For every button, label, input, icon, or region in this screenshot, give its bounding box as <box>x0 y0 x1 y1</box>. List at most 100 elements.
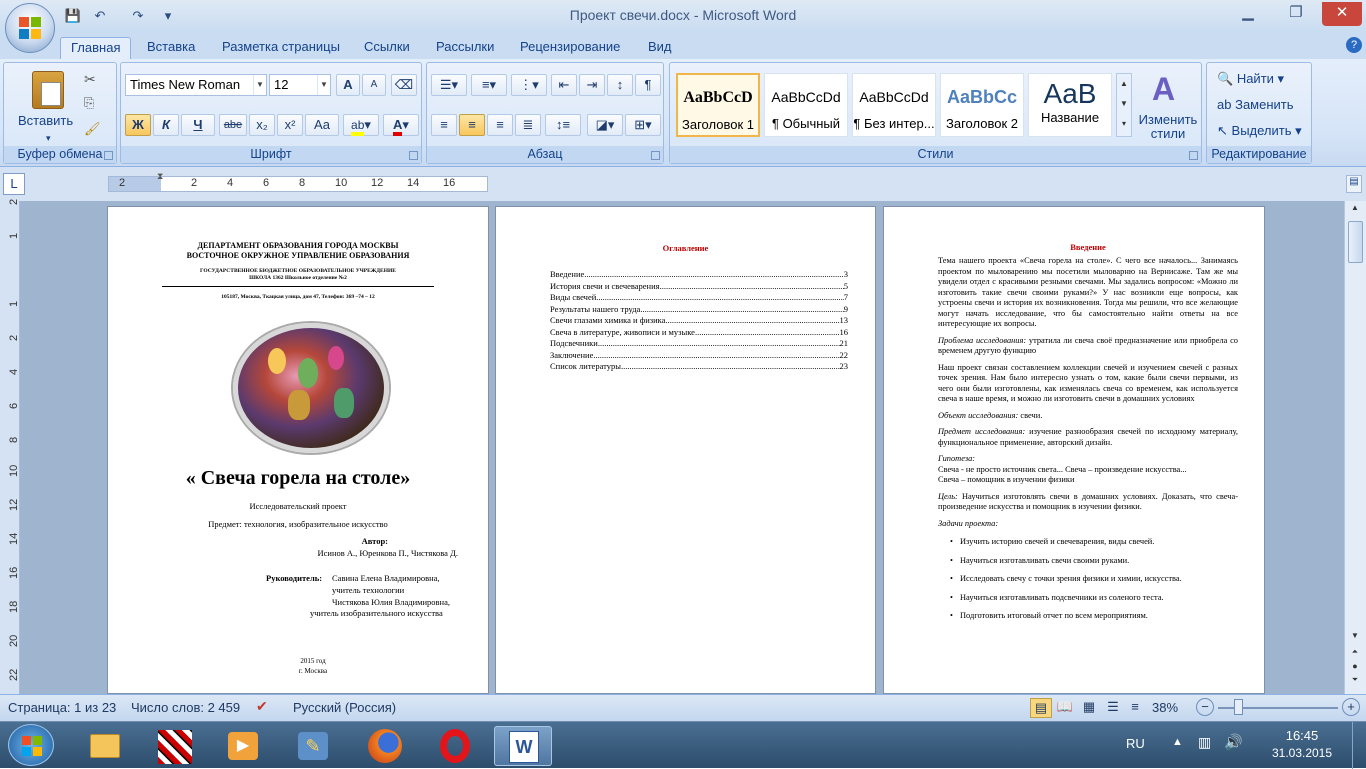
italic-button[interactable]: К <box>153 114 179 136</box>
paragraph-launcher-icon[interactable] <box>651 151 660 160</box>
paste-icon[interactable] <box>32 71 64 109</box>
style-title[interactable]: AaB Название <box>1028 73 1112 137</box>
keyboard-language[interactable]: RU <box>1126 736 1145 751</box>
tab-mailings[interactable]: Рассылки <box>426 37 504 59</box>
toc-entry[interactable]: Подсвечники.............................… <box>550 338 848 350</box>
styles-scroll[interactable]: ▲ ▼ ▾ <box>1116 73 1132 137</box>
tab-view[interactable]: Вид <box>638 37 682 59</box>
next-page-icon[interactable]: ⏷ <box>1347 675 1363 689</box>
toc-entry[interactable]: Заключение..............................… <box>550 350 848 362</box>
scroll-down-icon[interactable]: ▼ <box>1347 631 1363 645</box>
shrink-font-button[interactable]: A <box>362 74 386 96</box>
zoom-slider-thumb[interactable] <box>1234 699 1243 715</box>
help-icon[interactable]: ? <box>1346 37 1362 53</box>
restore-button[interactable]: ❐ <box>1276 2 1316 26</box>
sort-icon[interactable]: ↕ <box>607 74 633 96</box>
justify-icon[interactable]: ≣ <box>515 114 541 136</box>
print-layout-icon[interactable]: ▤ <box>1030 698 1052 718</box>
scroll-up-icon[interactable]: ▲ <box>1347 203 1363 217</box>
style-heading-1[interactable]: AaBbCcD Заголовок 1 <box>676 73 760 137</box>
numbering-icon[interactable]: ≡▾ <box>471 74 507 96</box>
cut-icon[interactable]: ✂ <box>84 71 96 88</box>
opera-taskbar-icon[interactable] <box>426 726 484 766</box>
toc-entry[interactable]: Список литературы.......................… <box>550 361 848 373</box>
decrease-indent-icon[interactable]: ⇤ <box>551 74 577 96</box>
page-3[interactable]: Введение Тема нашего проекта «Свеча горе… <box>883 206 1265 694</box>
align-left-icon[interactable]: ≡ <box>431 114 457 136</box>
page-1[interactable]: ДЕПАРТАМЕНТ ОБРАЗОВАНИЯ ГОРОДА МОСКВЫ ВО… <box>107 206 489 694</box>
show-formatting-icon[interactable]: ¶ <box>635 74 661 96</box>
volume-icon[interactable]: 🔊 <box>1224 733 1243 751</box>
borders-icon[interactable]: ⊞▾ <box>625 114 661 136</box>
clock-time[interactable]: 16:45 <box>1266 728 1338 743</box>
toc-entry[interactable]: Результаты нашего труда.................… <box>550 304 848 316</box>
language[interactable]: Русский (Россия) <box>293 700 396 715</box>
show-desktop-button[interactable] <box>1352 722 1366 769</box>
scroll-thumb[interactable] <box>1348 221 1363 263</box>
zoom-out-icon[interactable]: − <box>1196 698 1214 716</box>
toc-entry[interactable]: Виды свечей.............................… <box>550 292 848 304</box>
view-ruler-icon[interactable]: ▤ <box>1346 175 1362 193</box>
subscript-button[interactable]: x₂ <box>249 114 275 136</box>
grow-font-button[interactable]: A <box>336 74 360 96</box>
styles-launcher-icon[interactable] <box>1189 151 1198 160</box>
copy-icon[interactable]: ⎘ <box>84 95 94 111</box>
page-2[interactable]: Оглавление Введение.....................… <box>495 206 876 694</box>
multilevel-list-icon[interactable]: ⋮▾ <box>511 74 547 96</box>
word-taskbar-icon[interactable]: W <box>494 726 552 766</box>
previous-page-icon[interactable]: ⏶ <box>1347 647 1363 661</box>
align-right-icon[interactable]: ≡ <box>487 114 513 136</box>
style-normal[interactable]: AaBbCcDd ¶ Обычный <box>764 73 848 137</box>
superscript-button[interactable]: x² <box>277 114 303 136</box>
outline-icon[interactable]: ☰ <box>1102 698 1124 718</box>
toc-entry[interactable]: Свеча в литературе, живописи и музыке...… <box>550 327 848 339</box>
tab-page-layout[interactable]: Разметка страницы <box>212 37 350 59</box>
change-case-button[interactable]: Aa <box>305 114 339 136</box>
office-button[interactable] <box>5 3 55 53</box>
paste-button[interactable]: Вставить <box>18 113 73 128</box>
clear-formatting-icon[interactable]: ⌫ <box>391 74 417 96</box>
select-button[interactable]: ↖ Выделить ▾ <box>1217 123 1302 139</box>
tab-home[interactable]: Главная <box>60 37 132 59</box>
horizontal-ruler[interactable]: 2 2 4 6 8 10 12 14 16 ⧗ <box>108 171 488 192</box>
toc-entry[interactable]: Введение................................… <box>550 269 848 281</box>
underline-button[interactable]: Ч <box>181 114 215 136</box>
bullets-icon[interactable]: ☰▾ <box>431 74 467 96</box>
paste-dropdown-icon[interactable]: ▾ <box>46 133 51 144</box>
start-button[interactable] <box>8 724 54 766</box>
change-styles-icon[interactable]: A <box>1152 71 1175 108</box>
toc-entry[interactable]: История свечи и свечеварения............… <box>550 281 848 293</box>
font-launcher-icon[interactable] <box>409 151 418 160</box>
clipboard-launcher-icon[interactable] <box>104 151 113 160</box>
font-color-icon[interactable]: A▾ <box>383 114 419 136</box>
explorer-taskbar-icon[interactable] <box>76 726 134 766</box>
toc-entry[interactable]: Свечи глазами химика и физика...........… <box>550 315 848 327</box>
find-button[interactable]: 🔍 Найти ▾ <box>1217 71 1284 87</box>
zoom-level[interactable]: 38% <box>1152 700 1178 715</box>
increase-indent-icon[interactable]: ⇥ <box>579 74 605 96</box>
style-no-spacing[interactable]: AaBbCcDd ¶ Без интер... <box>852 73 936 137</box>
vertical-scrollbar[interactable]: ▲ ▼ ⏶ ● ⏷ <box>1344 201 1366 694</box>
tab-insert[interactable]: Вставка <box>137 37 205 59</box>
web-layout-icon[interactable]: ▦ <box>1078 698 1100 718</box>
replace-button[interactable]: ab Заменить <box>1217 97 1294 112</box>
highlight-icon[interactable]: ab▾ <box>343 114 379 136</box>
firefox-taskbar-icon[interactable] <box>356 726 414 766</box>
align-center-icon[interactable]: ≡ <box>459 114 485 136</box>
browse-object-icon[interactable]: ● <box>1347 661 1363 675</box>
clock-date[interactable]: 31.03.2015 <box>1262 746 1342 760</box>
line-spacing-icon[interactable]: ↕≡ <box>545 114 581 136</box>
minimize-button[interactable]: ▁ <box>1228 2 1268 26</box>
full-screen-reading-icon[interactable]: 📖 <box>1054 698 1076 718</box>
bold-button[interactable]: Ж <box>125 114 151 136</box>
page-count[interactable]: Страница: 1 из 23 <box>8 700 116 715</box>
draft-icon[interactable]: ≡ <box>1124 698 1146 718</box>
ornament-app-taskbar-icon[interactable] <box>146 726 204 766</box>
shading-icon[interactable]: ◪▾ <box>587 114 623 136</box>
document-area[interactable]: ДЕПАРТАМЕНТ ОБРАЗОВАНИЯ ГОРОДА МОСКВЫ ВО… <box>0 201 1344 694</box>
font-size-combo[interactable]: 12 ▼ <box>269 74 331 96</box>
media-player-taskbar-icon[interactable]: ▶ <box>214 726 272 766</box>
show-hidden-icons-icon[interactable]: ▲ <box>1172 736 1183 748</box>
indent-marker-icon[interactable]: ⧗ <box>157 171 163 182</box>
zoom-in-icon[interactable]: + <box>1342 698 1360 716</box>
